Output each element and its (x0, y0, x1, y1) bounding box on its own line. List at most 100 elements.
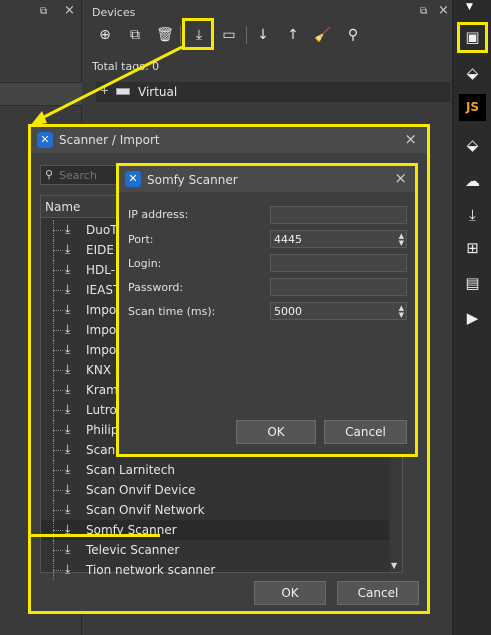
password-input[interactable] (270, 278, 407, 296)
tree-line (53, 490, 63, 491)
close-icon[interactable]: × (64, 3, 75, 18)
delete-icon[interactable]: 🗑 (154, 24, 176, 46)
login-input[interactable] (270, 254, 407, 272)
dropdown-icon[interactable]: ▼ (466, 2, 473, 12)
move-up-icon[interactable]: ↑ (282, 24, 304, 46)
list-item-label: Televic Scanner (86, 543, 180, 557)
close-icon[interactable]: × (438, 3, 449, 18)
tree-line (53, 330, 63, 331)
password-label: Password: (128, 281, 184, 294)
import-highlight (182, 18, 214, 50)
ip-address-input[interactable] (270, 206, 407, 224)
tree-item-label: Virtual (138, 85, 178, 99)
scanner-icon[interactable]: ▭ (218, 24, 240, 46)
network-icon[interactable]: ⊞ (459, 235, 486, 262)
close-icon[interactable]: × (394, 169, 407, 187)
tree-line (53, 230, 63, 231)
search-field[interactable]: ⚲ (40, 165, 120, 185)
spin-down-icon[interactable]: ▼ (399, 240, 404, 247)
bucket-icon[interactable]: ⬙ (459, 60, 486, 87)
scanner-item-icon: ⤓ (65, 462, 71, 476)
scan-time-label: Scan time (ms): (128, 305, 216, 318)
play-icon[interactable]: ▶ (459, 305, 486, 332)
tree-line (53, 310, 63, 311)
list-item-label: DuoT (86, 223, 118, 237)
tools-icon: ✕ (125, 171, 141, 187)
scan-time-value: 5000 (274, 305, 302, 318)
somfy-scanner-dialog: ✕ Somfy Scanner × IP address: Port: 4445… (116, 163, 418, 457)
list-item-label: Scan Onvif Network (86, 503, 205, 517)
scanner-dialog-title: Scanner / Import (59, 133, 160, 147)
scanner-item-icon: ⤓ (65, 262, 71, 276)
scanner-item-icon: ⤓ (65, 562, 71, 576)
list-item-label: Scan Onvif Device (86, 483, 196, 497)
scan-time-input[interactable]: 5000 ▲ ▼ (270, 302, 407, 320)
scanner-item-icon: ⤓ (65, 342, 71, 356)
tree-line (53, 370, 63, 371)
ip-address-label: IP address: (128, 208, 189, 221)
float-icon[interactable]: ⧉ (40, 6, 47, 17)
left-panel-header: ⧉ × (0, 0, 82, 24)
scanner-item-icon: ⤓ (65, 362, 71, 376)
tree-line (53, 390, 63, 391)
list-item[interactable]: ⤓ Scan Onvif Device (41, 480, 389, 500)
list-item-label: Scan Larnitech (86, 463, 175, 477)
search-icon[interactable]: ⚲ (342, 24, 364, 46)
scanner-item-icon: ⤓ (65, 242, 71, 256)
port-label: Port: (128, 233, 154, 246)
js-icon[interactable]: JS (459, 94, 486, 121)
duplicate-icon[interactable]: ⧉ (124, 24, 146, 46)
tree-line (53, 250, 63, 251)
search-icon: ⚲ (45, 168, 54, 181)
schedule-icon[interactable]: ▤ (459, 270, 486, 297)
devices-panel-title: Devices (92, 6, 136, 19)
list-item[interactable]: ⤓ Televic Scanner (41, 540, 389, 560)
list-item-label: Tion network scanner (86, 563, 216, 577)
port-input[interactable]: 4445 ▲ ▼ (270, 230, 407, 248)
tree-line (53, 270, 63, 271)
scanner-item-icon: ⤓ (65, 502, 71, 516)
scroll-down-icon[interactable]: ▼ (391, 561, 397, 570)
close-icon[interactable]: × (404, 130, 417, 148)
tree-item-virtual[interactable]: + Virtual (96, 82, 450, 102)
toolbar-separator (246, 26, 247, 44)
move-down-icon[interactable]: ↓ (252, 24, 274, 46)
bucket-settings-icon[interactable]: ⬙ (459, 132, 486, 159)
search-input[interactable] (59, 167, 117, 183)
somfy-ok-button[interactable]: OK (236, 420, 316, 444)
list-item[interactable]: ⤓ Tion network scanner (41, 560, 389, 580)
scanner-item-icon: ⤓ (65, 422, 71, 436)
spin-down-icon[interactable]: ▼ (399, 312, 404, 319)
somfy-titlebar[interactable]: ✕ Somfy Scanner × (119, 166, 415, 192)
column-header-name: Name (45, 200, 81, 214)
download-icon[interactable]: ⤓ (459, 202, 486, 229)
add-icon[interactable]: ⊕ (94, 24, 116, 46)
total-tags: Total tags: 0 (92, 60, 160, 73)
tree-line (53, 350, 63, 351)
cancel-button[interactable]: Cancel (337, 581, 419, 605)
tools-icon: ✕ (37, 132, 53, 148)
tree-line (53, 430, 63, 431)
device-icon (116, 88, 130, 95)
tree-line (53, 510, 63, 511)
list-item[interactable]: ⤓ Somfy Scanner (41, 520, 389, 540)
scanner-titlebar[interactable]: ✕ Scanner / Import × (31, 127, 427, 153)
scanner-item-icon: ⤓ (65, 542, 71, 556)
cloud-icon[interactable]: ☁ (459, 168, 486, 195)
list-item[interactable]: ⤓ Scan Onvif Network (41, 500, 389, 520)
scanner-item-icon: ⤓ (65, 442, 71, 456)
somfy-cancel-button[interactable]: Cancel (324, 420, 407, 444)
float-icon[interactable]: ⧉ (420, 6, 427, 17)
clear-icon[interactable]: 🧹 (312, 24, 334, 46)
ok-button[interactable]: OK (254, 581, 326, 605)
list-item-label: KNX ( (86, 363, 120, 377)
scanner-item-icon: ⤓ (65, 302, 71, 316)
right-toolbar: ▼ ▣ ⬙ JS ⬙ ☁ ⤓ ⊞ ▤ ▶ (452, 0, 491, 635)
expand-icon[interactable]: + (100, 84, 109, 97)
scanner-item-icon: ⤓ (65, 222, 71, 236)
devices-icon[interactable]: ▣ (459, 24, 486, 51)
tree-line (53, 570, 63, 571)
port-value: 4445 (274, 233, 302, 246)
list-item[interactable]: ⤓ Scan Larnitech (41, 460, 389, 480)
scanner-item-icon: ⤓ (65, 282, 71, 296)
